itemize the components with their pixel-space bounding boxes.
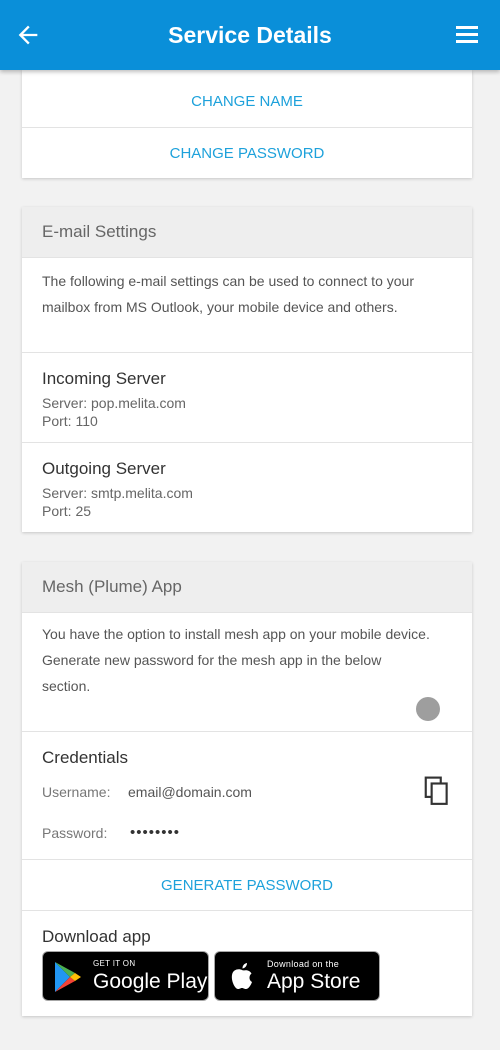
account-actions-card: CHANGE NAME CHANGE PASSWORD	[22, 70, 472, 178]
email-settings-title: E-mail Settings	[42, 222, 157, 241]
incoming-server-port: Port: 110	[42, 413, 98, 429]
generate-password-button[interactable]: GENERATE PASSWORD	[22, 859, 472, 910]
email-settings-description-row: The following e-mail settings can be use…	[22, 257, 472, 352]
incoming-server-host: Server: pop.melita.com	[42, 395, 186, 411]
generate-password-label: GENERATE PASSWORD	[161, 876, 333, 894]
incoming-server-row: Incoming Server Server: pop.melita.com P…	[22, 352, 472, 442]
mesh-app-title: Mesh (Plume) App	[42, 577, 182, 596]
app-store-small-text: Download on the	[267, 959, 340, 969]
username-label: Username:	[42, 784, 111, 800]
change-password-button[interactable]: CHANGE PASSWORD	[22, 127, 472, 178]
copy-icon[interactable]	[424, 776, 450, 806]
email-settings-card: E-mail Settings The following e-mail set…	[22, 207, 472, 532]
email-settings-header: E-mail Settings	[22, 207, 472, 257]
app-store-badge[interactable]: Download on the App Store	[214, 951, 380, 1001]
change-name-button[interactable]: CHANGE NAME	[22, 76, 472, 127]
google-play-small-text: GET IT ON	[93, 959, 136, 968]
outgoing-server-row: Outgoing Server Server: smtp.melita.com …	[22, 442, 472, 532]
credentials-row: Credentials Username: email@domain.com P…	[22, 731, 472, 859]
page-title: Service Details	[168, 21, 332, 48]
change-password-label: CHANGE PASSWORD	[169, 144, 325, 162]
mesh-description-1: You have the option to install mesh app …	[42, 626, 430, 642]
outgoing-server-host: Server: smtp.melita.com	[42, 485, 193, 501]
mesh-description-row: You have the option to install mesh app …	[22, 612, 472, 731]
download-app-title: Download app	[42, 927, 151, 946]
incoming-server-title: Incoming Server	[42, 369, 166, 388]
google-play-big-text: Google Play	[93, 970, 208, 993]
mesh-description-2: Generate new password for the mesh app i…	[42, 652, 382, 694]
change-name-label: CHANGE NAME	[191, 93, 303, 110]
mesh-app-card: Mesh (Plume) App You have the option to …	[22, 562, 472, 1016]
menu-icon[interactable]	[454, 24, 480, 46]
credentials-title: Credentials	[42, 748, 128, 767]
outgoing-server-title: Outgoing Server	[42, 459, 166, 478]
info-dot-icon[interactable]	[416, 697, 440, 721]
app-bar: Service Details	[0, 0, 500, 70]
outgoing-server-port: Port: 25	[42, 503, 92, 519]
email-settings-description: The following e-mail settings can be use…	[42, 273, 414, 315]
password-label: Password:	[42, 825, 108, 841]
google-play-badge[interactable]: GET IT ON Google Play	[42, 951, 209, 1001]
google-play-icon	[55, 962, 81, 992]
back-arrow-icon[interactable]	[14, 21, 42, 49]
username-value: email@domain.com	[128, 784, 252, 800]
apple-icon	[231, 963, 252, 989]
app-store-big-text: App Store	[267, 970, 361, 993]
mesh-app-header: Mesh (Plume) App	[22, 562, 472, 612]
password-value: ••••••••	[130, 824, 181, 841]
download-app-row: Download app GET IT ON Google Play Downl…	[22, 910, 472, 1016]
